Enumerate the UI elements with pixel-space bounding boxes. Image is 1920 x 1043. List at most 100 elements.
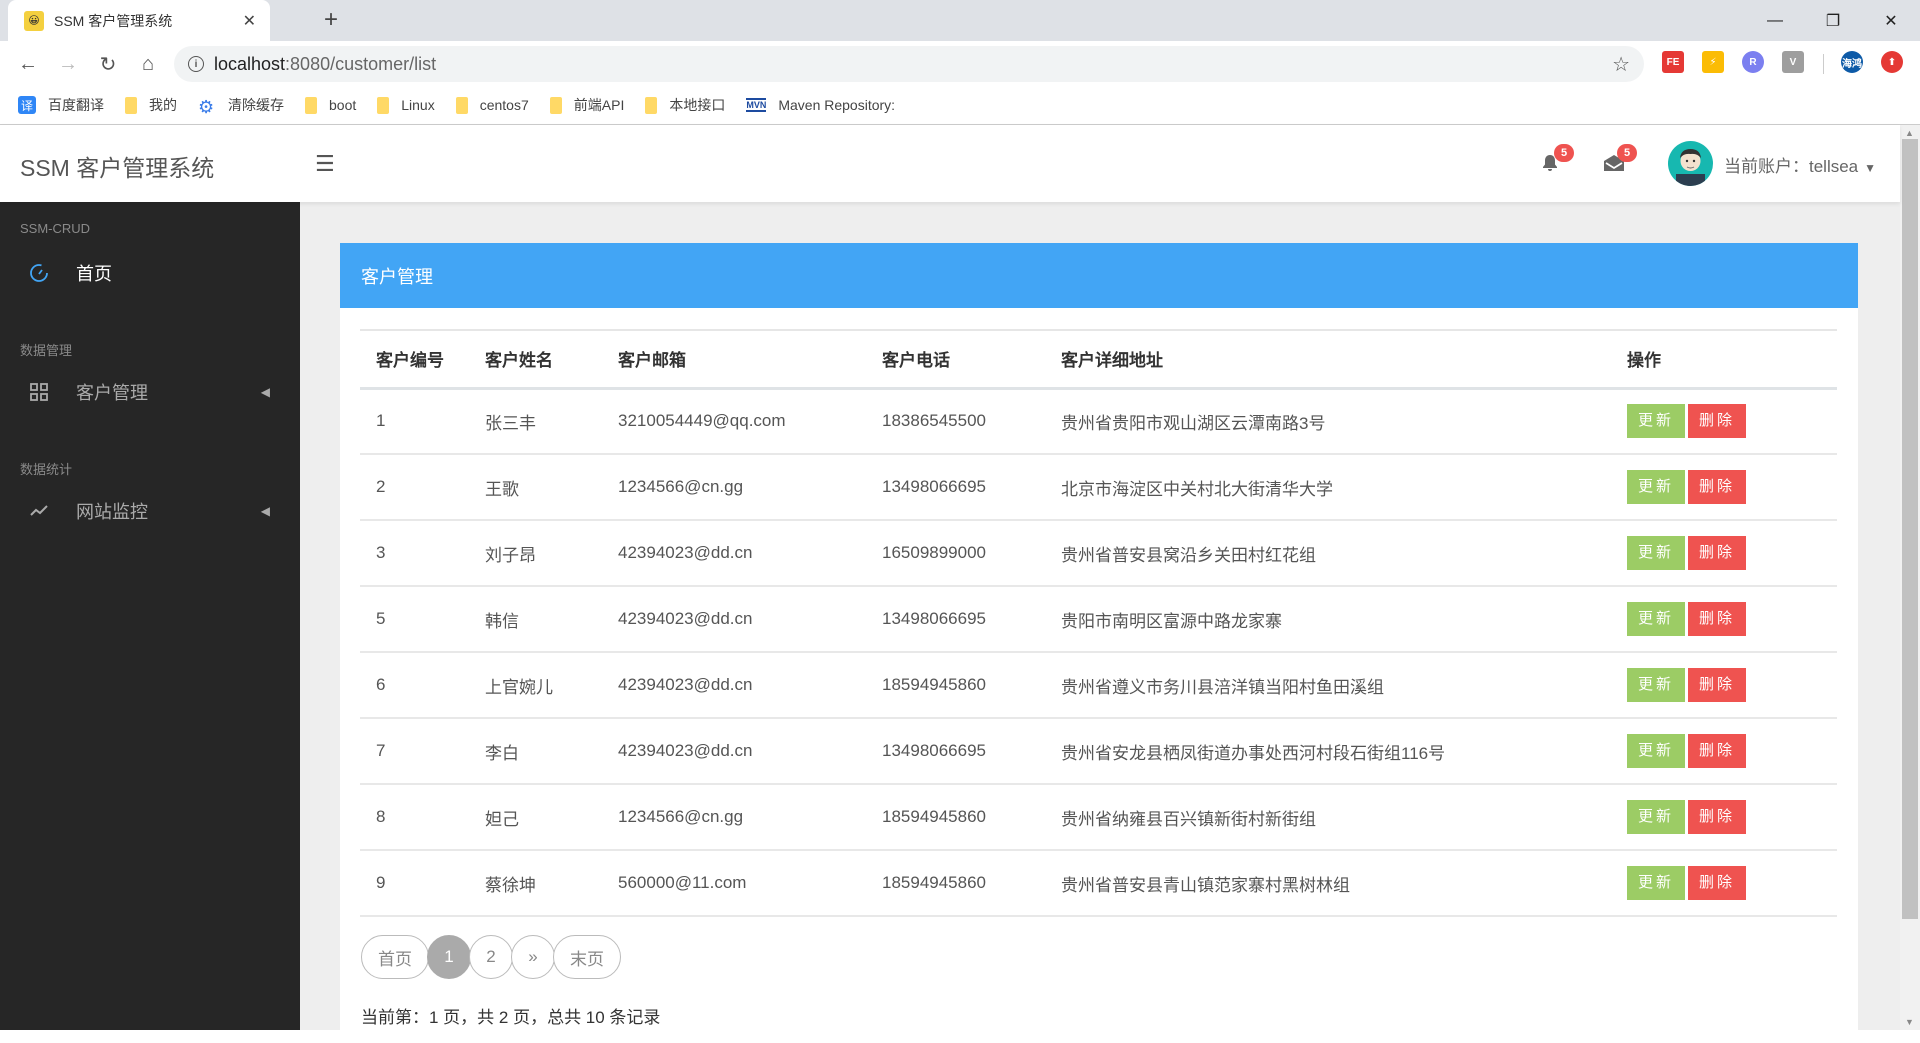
cell-name: 上官婉儿 [469, 652, 602, 719]
bookmark-label: boot [329, 97, 357, 113]
update-button[interactable]: 更新 [1627, 470, 1686, 504]
update-button[interactable]: 更新 [1627, 800, 1686, 834]
back-icon[interactable]: ← [13, 49, 43, 79]
cell-phone: 18594945860 [866, 784, 1045, 851]
page-1-button[interactable]: 1 [427, 935, 471, 979]
update-button[interactable]: 更新 [1627, 734, 1686, 768]
home-icon[interactable]: ⌂ [133, 49, 163, 79]
account-label: 当前账户：tellsea [1724, 157, 1859, 176]
table-header-row: 客户编号 客户姓名 客户邮箱 客户电话 客户详细地址 操作 [360, 329, 1837, 390]
bookmark-label: centos7 [479, 97, 529, 113]
cell-phone: 13498066695 [866, 586, 1045, 653]
cell-address: 北京市海淀区中关村北大街清华大学 [1045, 454, 1611, 521]
close-tab-icon[interactable]: ✕ [243, 11, 256, 31]
folder-icon [305, 96, 317, 114]
vue-devtools-icon[interactable]: V [1782, 51, 1804, 73]
notifications-badge: 5 [1554, 144, 1574, 162]
scroll-up-icon[interactable]: ▲ [1905, 128, 1914, 138]
bookmark-item[interactable]: boot [305, 96, 357, 114]
bookmark-item[interactable]: 本地接口 [645, 95, 725, 115]
site-info-icon[interactable]: i [188, 56, 204, 72]
upload-ext-icon[interactable]: ⬆ [1881, 51, 1903, 73]
delete-button[interactable]: 删除 [1688, 602, 1747, 636]
delete-button[interactable]: 删除 [1688, 668, 1747, 702]
url-path: :8080/customer/list [285, 53, 437, 74]
next-page-button[interactable]: » [511, 935, 555, 979]
bookmark-item[interactable]: ⚙ 清除缓存 [198, 95, 284, 117]
cell-email: 1234566@cn.gg [602, 784, 866, 851]
messages-badge: 5 [1617, 144, 1637, 162]
update-button[interactable]: 更新 [1627, 668, 1686, 702]
sidebar-item[interactable]: 网站监控 ◀ [0, 487, 300, 535]
cell-actions: 更新 删除 [1611, 784, 1837, 851]
browser-tab[interactable]: 😀 SSM 客户管理系统 ✕ [8, 0, 270, 41]
user-avatar[interactable] [1668, 141, 1713, 186]
sidebar-item[interactable]: 客户管理 ◀ [0, 368, 300, 416]
update-button[interactable]: 更新 [1627, 536, 1686, 570]
cell-email: 1234566@cn.gg [602, 454, 866, 521]
scroll-thumb[interactable] [1902, 139, 1918, 919]
delete-button[interactable]: 删除 [1688, 800, 1747, 834]
reload-icon[interactable]: ↻ [93, 49, 123, 79]
forward-icon[interactable]: → [53, 49, 83, 79]
bookmark-item[interactable]: 我的 [125, 95, 177, 115]
minimize-icon[interactable]: — [1746, 0, 1804, 41]
r-ext-icon[interactable]: R [1742, 51, 1764, 73]
account-dropdown[interactable]: 当前账户：tellsea ▼ [1724, 152, 1876, 177]
panel-title: 客户管理 [340, 243, 1858, 308]
window-close-icon[interactable]: ✕ [1862, 0, 1920, 41]
cell-actions: 更新 删除 [1611, 388, 1837, 455]
cell-actions: 更新 删除 [1611, 586, 1837, 653]
col-id: 客户编号 [360, 329, 469, 390]
table-row: 7 李白 42394023@dd.cn 13498066695 贵州省安龙县栖凤街道办事… [360, 718, 1837, 785]
sidebar-section-title: 数据统计 [20, 462, 73, 477]
delete-button[interactable]: 删除 [1688, 470, 1747, 504]
notifications-button[interactable]: 5 [1540, 144, 1574, 175]
url-input[interactable]: i localhost:8080/customer/list ☆ [174, 46, 1644, 82]
first-page-button[interactable]: 首页 [361, 935, 429, 979]
bookmark-star-icon[interactable]: ☆ [1612, 52, 1630, 77]
scroll-down-icon[interactable]: ▼ [1905, 1017, 1914, 1027]
update-button[interactable]: 更新 [1627, 404, 1686, 439]
bookmark-item[interactable]: MVN Maven Repository: [746, 97, 895, 113]
sidebar-item-label: 首页 [76, 264, 112, 284]
lightning-ext-icon[interactable]: ⚡ [1702, 51, 1724, 73]
page-summary: 当前第：1 页，共 2 页，总共 10 条记录 [361, 1008, 661, 1027]
table-row: 9 蔡徐坤 560000@11.com 18594945860 贵州省普安县青山镇范家寨… [360, 850, 1837, 917]
expand-arrow-icon: ◀ [260, 385, 270, 399]
cell-phone: 18594945860 [866, 652, 1045, 719]
cell-name: 张三丰 [469, 388, 602, 455]
tab-title: SSM 客户管理系统 [54, 12, 173, 29]
customer-table: 客户编号 客户姓名 客户邮箱 客户电话 客户详细地址 操作 1 张三丰 321005… [360, 329, 1837, 917]
haihong-ext-icon[interactable]: 海鸿 [1841, 51, 1863, 73]
delete-button[interactable]: 删除 [1688, 536, 1747, 570]
update-button[interactable]: 更新 [1627, 602, 1686, 636]
fe-helper-icon[interactable]: FE [1662, 51, 1684, 73]
folder-icon [549, 96, 562, 114]
bookmark-item[interactable]: centos7 [455, 96, 529, 114]
bookmark-label: 我的 [149, 97, 177, 113]
messages-button[interactable]: 5 [1603, 144, 1637, 175]
menu-toggle-icon[interactable]: ☰ [315, 151, 335, 177]
bookmark-label: 清除缓存 [228, 97, 284, 113]
bookmark-item[interactable]: 前端API [549, 95, 624, 115]
col-address: 客户详细地址 [1045, 329, 1611, 390]
bookmark-item[interactable]: Linux [377, 96, 435, 114]
bookmark-label: Linux [401, 97, 435, 113]
sidebar-section-title: 数据管理 [20, 343, 73, 358]
delete-button[interactable]: 删除 [1688, 734, 1747, 768]
new-tab-icon[interactable]: + [324, 6, 338, 34]
update-button[interactable]: 更新 [1627, 866, 1686, 900]
sidebar-item[interactable]: 首页 [0, 249, 300, 297]
last-page-button[interactable]: 末页 [553, 935, 621, 979]
delete-button[interactable]: 删除 [1688, 404, 1747, 439]
cell-address: 贵阳市南明区富源中路龙家寨 [1045, 586, 1611, 653]
delete-button[interactable]: 删除 [1688, 866, 1747, 900]
bookmark-item[interactable]: 译百度翻译 [18, 95, 104, 115]
cell-id: 2 [360, 454, 469, 521]
page-scrollbar[interactable]: ▲ ▼ [1900, 125, 1920, 1030]
restore-icon[interactable]: ❐ [1804, 0, 1862, 41]
gear-icon: ⚙ [198, 96, 215, 117]
toolbar-divider [1823, 54, 1824, 74]
page-2-button[interactable]: 2 [469, 935, 513, 979]
